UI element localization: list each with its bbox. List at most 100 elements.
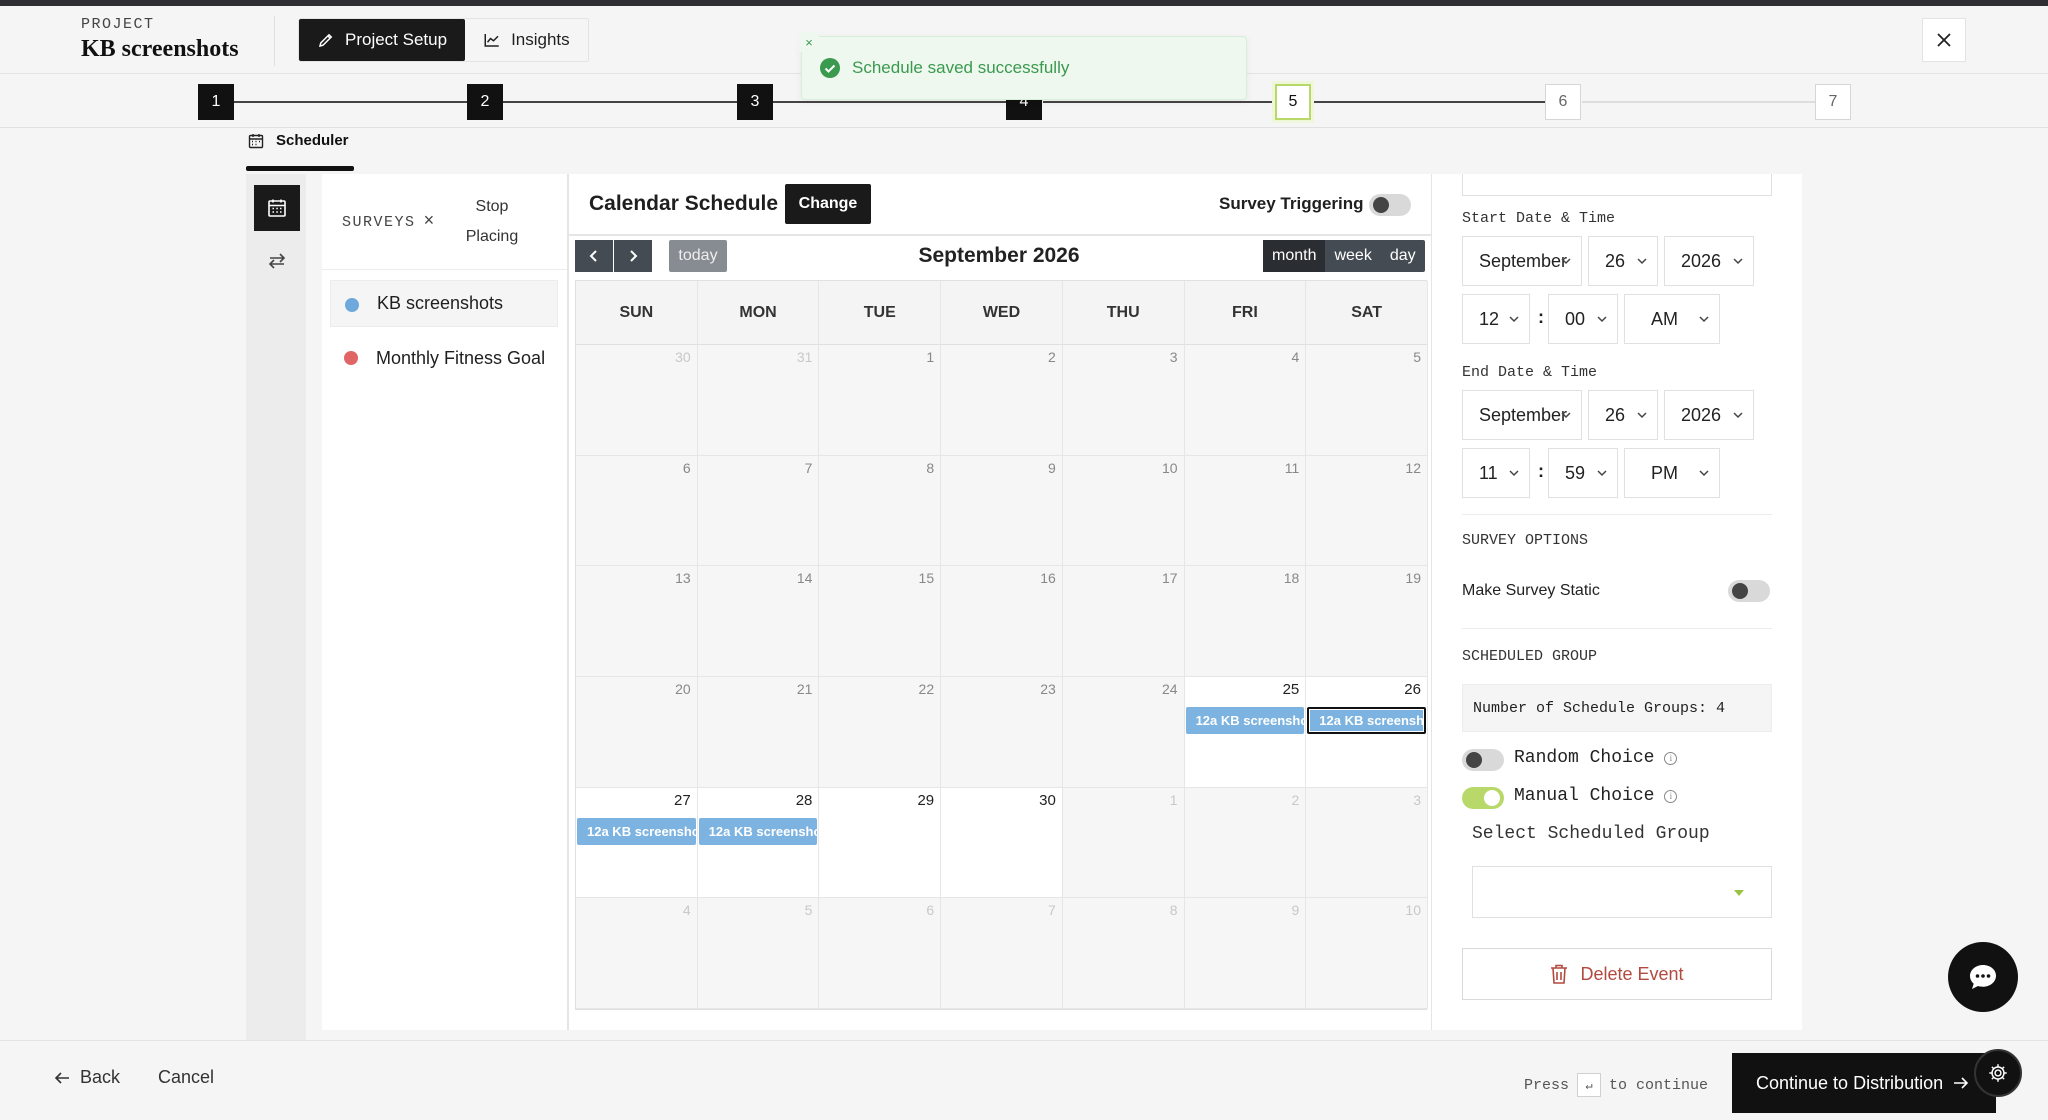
calendar-event[interactable]: 12a KB screenshots (1185, 707, 1305, 734)
calendar-day-cell[interactable]: 7 (941, 898, 1063, 1009)
calendar-day-cell[interactable]: 5 (1306, 345, 1428, 456)
start-month-select[interactable]: September (1462, 236, 1582, 286)
end-month-select[interactable]: September (1462, 390, 1582, 440)
weekday-header: WED (941, 281, 1063, 345)
next-month-button[interactable] (614, 240, 652, 272)
end-minute-select[interactable]: 59 (1548, 448, 1618, 498)
calendar-view-button[interactable] (254, 185, 300, 231)
info-icon[interactable]: i (1664, 751, 1678, 765)
end-year-select[interactable]: 2026 (1664, 390, 1754, 440)
start-year-select[interactable]: 2026 (1664, 236, 1754, 286)
make-survey-static-toggle[interactable] (1728, 580, 1770, 602)
calendar-day-cell[interactable]: 21 (697, 677, 820, 788)
calendar-day-cell[interactable]: 6 (576, 455, 698, 567)
calendar-day-cell[interactable]: 4 (1184, 345, 1307, 456)
tab-project-setup[interactable]: Project Setup (299, 19, 466, 61)
day-number: 26 (1404, 681, 1421, 698)
step-7[interactable]: 7 (1815, 84, 1851, 120)
calendar-day-cell[interactable]: 3 (1062, 345, 1185, 456)
manual-choice-toggle[interactable] (1462, 787, 1504, 809)
step-2[interactable]: 2 (467, 84, 503, 120)
calendar-day-cell[interactable]: 19 (1306, 566, 1428, 677)
day-number: 13 (675, 570, 691, 587)
stop-placing-button[interactable]: Stop Placing (452, 192, 532, 252)
scheduler-tab[interactable]: Scheduler (248, 132, 349, 149)
calendar-event[interactable]: 12a KB screenshots (698, 817, 818, 845)
view-day-button[interactable]: day (1381, 240, 1425, 272)
calendar-day-cell[interactable]: 8 (1062, 898, 1185, 1009)
prev-month-button[interactable] (575, 240, 613, 272)
step-5[interactable]: 5 (1275, 84, 1311, 120)
calendar-day-cell[interactable]: 2 (941, 345, 1063, 456)
calendar-day-cell[interactable]: 10 (1062, 455, 1185, 567)
start-ampm-select[interactable]: AM (1624, 294, 1720, 344)
calendar-day-cell[interactable]: 31 (697, 345, 820, 456)
calendar-day-cell[interactable]: 9 (1184, 898, 1307, 1009)
view-month-button[interactable]: month (1263, 240, 1326, 272)
manual-choice-label: Manual Choice i (1514, 786, 1678, 806)
end-day-select[interactable]: 26 (1588, 390, 1658, 440)
calendar-day-cell[interactable]: 3 (1306, 787, 1428, 899)
view-week-button[interactable]: week (1325, 240, 1380, 272)
calendar-day-cell[interactable]: 9 (941, 455, 1063, 567)
step-1[interactable]: 1 (198, 84, 234, 120)
calendar-day-cell[interactable]: 12 (1306, 455, 1428, 567)
survey-item-monthly-fitness-goal[interactable]: Monthly Fitness Goal (330, 334, 558, 382)
calendar-day-cell[interactable]: 1 (1062, 787, 1185, 899)
continue-to-distribution-button[interactable]: Continue to Distribution (1732, 1053, 1996, 1113)
close-button[interactable] (1922, 18, 1966, 62)
step-3[interactable]: 3 (737, 84, 773, 120)
calendar-day-cell[interactable]: 29 (819, 787, 942, 899)
day-number: 17 (1161, 570, 1178, 587)
calendar-day-cell[interactable]: 4 (576, 898, 698, 1009)
end-ampm-select[interactable]: PM (1624, 448, 1720, 498)
calendar-day-cell[interactable]: 14 (697, 566, 820, 677)
calendar-day-cell[interactable]: 22 (819, 677, 942, 788)
calendar-day-cell[interactable]: 20 (576, 677, 698, 788)
scheduled-group-select[interactable] (1472, 866, 1772, 918)
step-6[interactable]: 6 (1545, 84, 1581, 120)
calendar-event[interactable]: 12a KB screenshots (1307, 707, 1426, 734)
end-hour-select[interactable]: 11 (1462, 448, 1530, 498)
chat-support-button[interactable] (1948, 942, 2018, 1012)
toast-close-button[interactable]: × (799, 32, 819, 52)
step-connector (503, 101, 737, 103)
calendar-day-cell[interactable]: 30 (576, 345, 698, 456)
chevron-down-icon (1637, 412, 1647, 419)
calendar-day-cell[interactable]: 11 (1184, 455, 1307, 567)
tab-insights[interactable]: Insights (465, 19, 588, 61)
settings-button[interactable] (1974, 1049, 2022, 1097)
calendar-day-cell[interactable]: 30 (941, 787, 1063, 899)
delete-event-button[interactable]: Delete Event (1462, 948, 1772, 1000)
random-choice-toggle[interactable] (1462, 749, 1504, 771)
calendar-day-cell[interactable]: 7 (697, 455, 820, 567)
today-button[interactable]: today (669, 240, 727, 272)
swap-view-button[interactable] (254, 238, 300, 284)
calendar-day-cell[interactable]: 13 (576, 566, 698, 677)
calendar-event[interactable]: 12a KB screenshots (577, 817, 696, 845)
start-hour-select[interactable]: 12 (1462, 294, 1530, 344)
select-value: 12 (1479, 308, 1500, 329)
start-minute-select[interactable]: 00 (1548, 294, 1618, 344)
info-icon[interactable]: i (1664, 789, 1678, 803)
calendar-day-cell[interactable]: 6 (819, 898, 942, 1009)
cancel-button[interactable]: Cancel (158, 1067, 214, 1088)
calendar-day-cell[interactable]: 8 (819, 455, 942, 567)
calendar-day-cell[interactable]: 5 (697, 898, 820, 1009)
back-button[interactable]: Back (54, 1067, 120, 1088)
calendar-day-cell[interactable]: 1 (819, 345, 942, 456)
start-day-select[interactable]: 26 (1588, 236, 1658, 286)
calendar-day-cell[interactable]: 15 (819, 566, 942, 677)
close-icon[interactable]: × (424, 212, 436, 232)
calendar-day-cell[interactable]: 23 (941, 677, 1063, 788)
survey-select-field[interactable] (1462, 174, 1772, 196)
survey-triggering-toggle[interactable] (1369, 194, 1411, 216)
calendar-day-cell[interactable]: 18 (1184, 566, 1307, 677)
calendar-day-cell[interactable]: 24 (1062, 677, 1185, 788)
calendar-day-cell[interactable]: 16 (941, 566, 1063, 677)
calendar-day-cell[interactable]: 2 (1184, 787, 1307, 899)
calendar-day-cell[interactable]: 10 (1306, 898, 1428, 1009)
calendar-day-cell[interactable]: 17 (1062, 566, 1185, 677)
change-button[interactable]: Change (785, 184, 871, 224)
survey-item-kb-screenshots[interactable]: KB screenshots (330, 280, 558, 327)
